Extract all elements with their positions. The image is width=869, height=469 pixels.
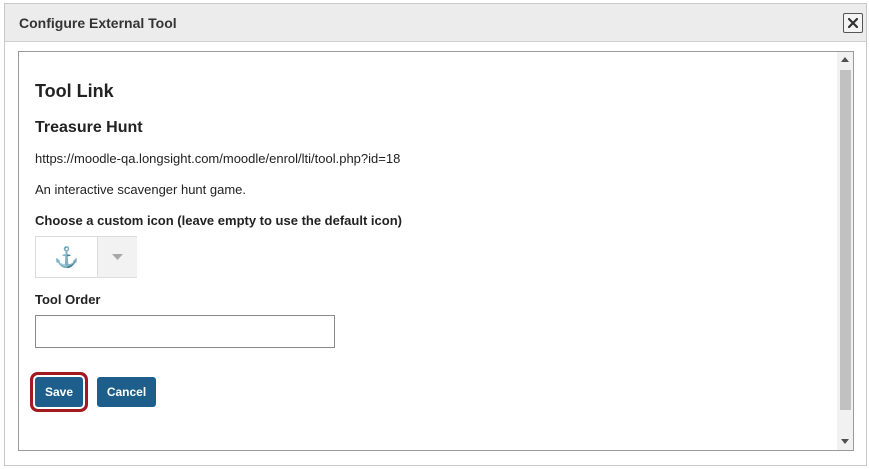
custom-icon-picker[interactable]: ⚓	[35, 236, 137, 278]
dialog-title: Configure External Tool	[19, 15, 177, 31]
custom-icon-label: Choose a custom icon (leave empty to use…	[35, 213, 402, 228]
scroll-down-button[interactable]	[837, 434, 853, 450]
tool-url: https://moodle-qa.longsight.com/moodle/e…	[35, 151, 401, 166]
scroll-down-arrow-icon	[841, 439, 849, 444]
tool-link-heading: Tool Link	[35, 81, 114, 101]
save-button[interactable]: Save	[35, 377, 83, 407]
scroll-up-button[interactable]	[837, 52, 853, 68]
close-button[interactable]	[843, 13, 863, 33]
anchor-icon: ⚓	[54, 246, 79, 269]
tool-order-label: Tool Order	[35, 292, 101, 307]
configure-external-tool-dialog: Configure External Tool Tool Link Treasu…	[4, 3, 867, 466]
close-icon	[848, 18, 858, 28]
tool-order-input[interactable]	[35, 315, 335, 348]
vertical-scrollbar[interactable]	[837, 52, 853, 450]
scroll-up-arrow-icon	[841, 57, 849, 62]
tool-name-heading: Treasure Hunt	[35, 119, 143, 136]
tool-config-frame: Tool Link Treasure Hunt https://moodle-q…	[18, 51, 854, 451]
caret-down-icon	[112, 254, 123, 260]
tool-description: An interactive scavenger hunt game.	[35, 182, 247, 197]
scrollbar-thumb[interactable]	[840, 70, 851, 410]
icon-picker-dropdown-toggle[interactable]	[97, 237, 137, 277]
cancel-button[interactable]: Cancel	[97, 377, 156, 407]
dialog-titlebar: Configure External Tool	[5, 4, 866, 42]
